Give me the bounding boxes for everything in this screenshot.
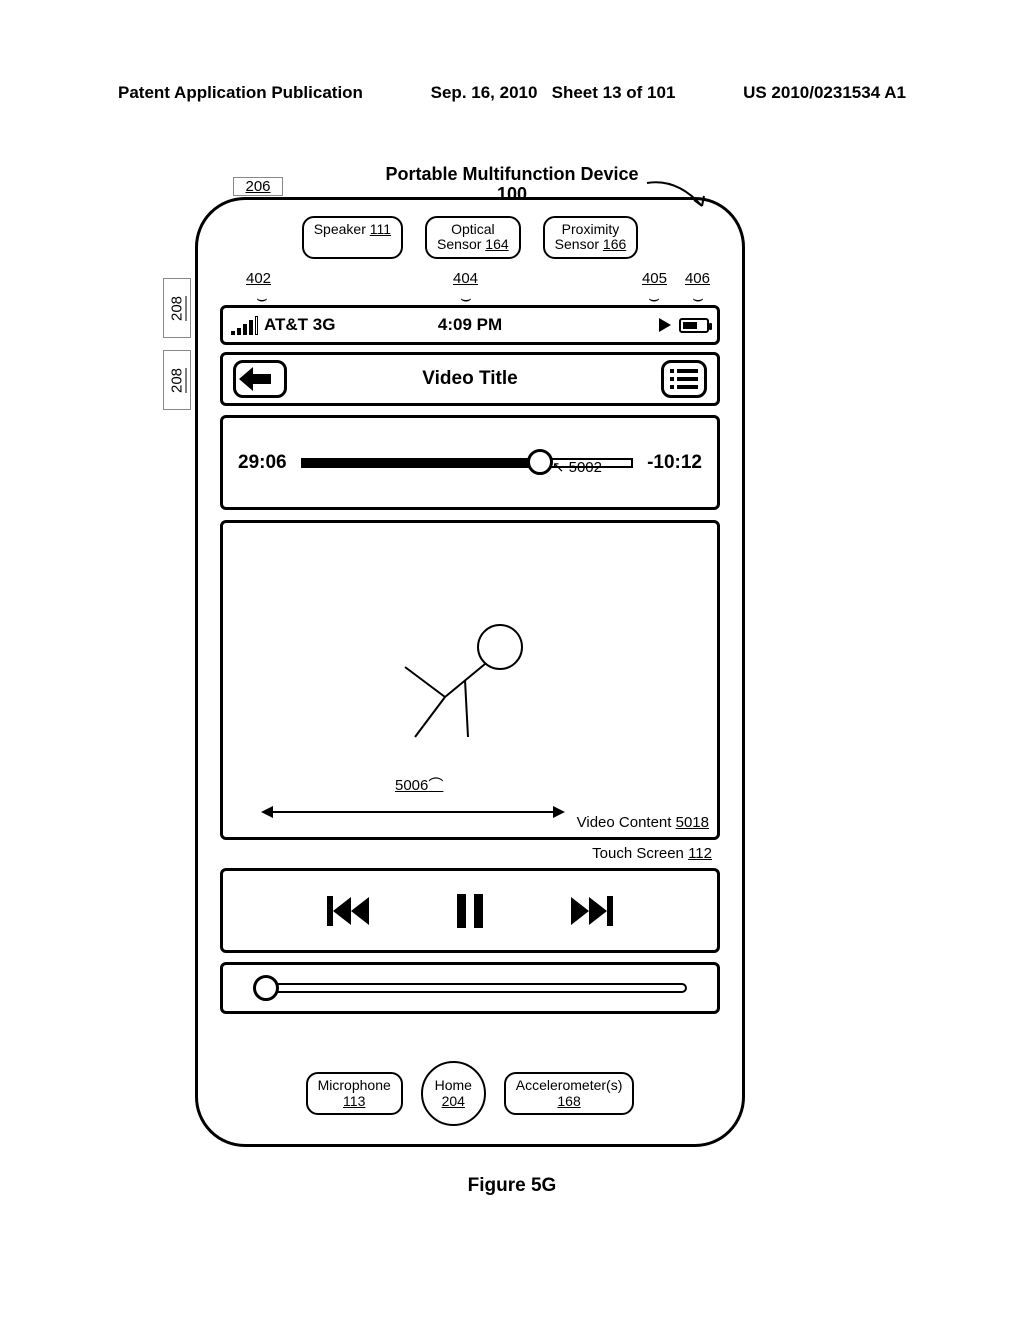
ref-402: 402 [246, 270, 271, 287]
skip-forward-button[interactable] [571, 896, 613, 926]
volume-area [220, 962, 720, 1014]
nav-bar: Video Title [220, 352, 720, 406]
list-button[interactable] [661, 360, 707, 398]
time-elapsed: 29:06 [238, 452, 287, 474]
top-components: Speaker 111 Optical Sensor 164 Proximity… [198, 216, 742, 259]
status-bar: AT&T 3G 4:09 PM [220, 305, 720, 345]
stick-figure-icon [390, 592, 550, 752]
optical-sensor-box: Optical Sensor 164 [425, 216, 521, 259]
microphone-box: Microphone113 [306, 1072, 403, 1115]
signal-icon [231, 316, 258, 335]
proximity-sensor-box: Proximity Sensor 166 [543, 216, 639, 259]
ref-5006: 5006⌒ [395, 774, 443, 795]
figure-caption: Figure 5G [0, 1175, 1024, 1197]
playback-controls [220, 868, 720, 953]
pub-label: Patent Application Publication [118, 83, 363, 103]
bottom-components: Microphone113 Home 204 Accelerometer(s)1… [198, 1061, 742, 1126]
ref-208a: 208 [163, 278, 191, 338]
back-button[interactable] [233, 360, 287, 398]
ref-405: 405 [642, 270, 667, 287]
ref-5002: ↖ 5002 [552, 458, 602, 476]
device-title: Portable Multifunction Device [0, 164, 1024, 185]
speaker-box: Speaker 111 [302, 216, 403, 259]
sheet-info: Sep. 16, 2010 Sheet 13 of 101 [431, 83, 676, 103]
pause-button[interactable] [457, 894, 483, 928]
touchscreen-label: Touch Screen 112 [592, 845, 712, 862]
battery-icon [679, 318, 709, 333]
time-remaining: -10:12 [647, 452, 702, 474]
accelerometer-box: Accelerometer(s)168 [504, 1072, 635, 1115]
video-content-area[interactable]: 5006⌒ Video Content 5018 [220, 520, 720, 840]
scrubber-knob[interactable] [527, 449, 553, 475]
volume-slider[interactable] [263, 983, 687, 993]
scrubber-area: 29:06 -10:12 ↖ 5002 [220, 415, 720, 510]
pointer-arrow-icon [642, 178, 712, 212]
play-indicator-icon [659, 318, 671, 332]
ref-208b: 208 [163, 350, 191, 410]
ref-406: 406 [685, 270, 710, 287]
page-header: Patent Application Publication Sep. 16, … [118, 83, 906, 103]
video-content-label: Video Content 5018 [577, 814, 709, 831]
ref-404: 404 [453, 270, 478, 287]
volume-knob[interactable] [253, 975, 279, 1001]
back-arrow-icon [249, 374, 271, 384]
device-frame: 206 208 208 Speaker 111 Optical Sensor 1… [195, 197, 745, 1147]
ref-206: 206 [233, 177, 283, 196]
skip-back-button[interactable] [327, 896, 369, 926]
pub-number: US 2010/0231534 A1 [743, 83, 906, 103]
carrier-label: AT&T 3G [264, 315, 335, 335]
home-button[interactable]: Home 204 [421, 1061, 486, 1126]
nav-title: Video Title [422, 368, 517, 390]
status-time: 4:09 PM [438, 315, 502, 335]
gesture-arrow-icon [263, 811, 563, 813]
